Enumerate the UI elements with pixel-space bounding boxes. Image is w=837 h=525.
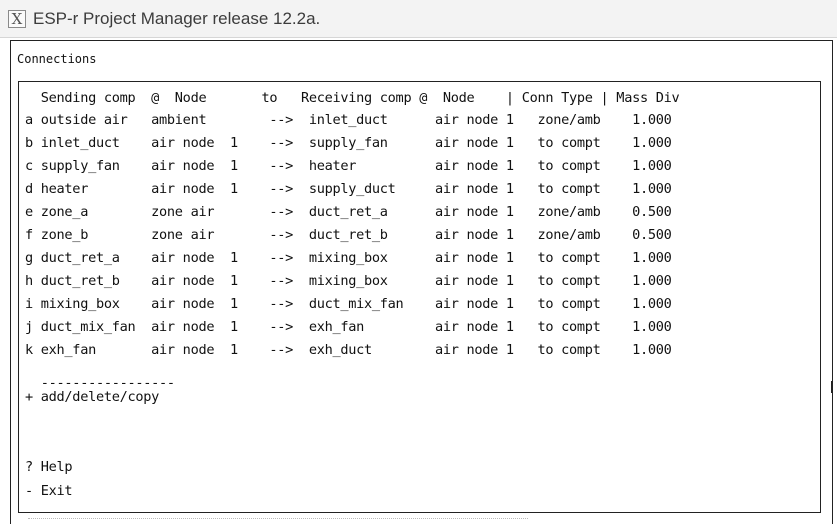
list-item-j[interactable]: j duct_mix_fan air node 1 --> exh_fan ai…	[25, 319, 672, 335]
list-item-e[interactable]: e zone_a zone air --> duct_ret_a air nod…	[25, 204, 672, 220]
list-item-k[interactable]: k exh_fan air node 1 --> exh_duct air no…	[25, 342, 672, 358]
list-item-c[interactable]: c supply_fan air node 1 --> heater air n…	[25, 158, 672, 174]
list-item-g[interactable]: g duct_ret_a air node 1 --> mixing_box a…	[25, 250, 672, 266]
list-item-d[interactable]: d heater air node 1 --> supply_duct air …	[25, 181, 672, 197]
list-item-i[interactable]: i mixing_box air node 1 --> duct_mix_fan…	[25, 296, 672, 312]
x11-window-icon[interactable]: X	[8, 9, 26, 28]
list-item-f[interactable]: f zone_b zone air --> duct_ret_b air nod…	[25, 227, 672, 243]
help-option[interactable]: ? Help	[25, 459, 73, 475]
add-delete-copy-option[interactable]: + add/delete/copy	[25, 389, 159, 405]
menu-title: Connections	[17, 52, 97, 66]
frame-divider-mark	[831, 381, 832, 393]
window-titlebar: X ESP-r Project Manager release 12.2a.	[0, 0, 837, 38]
list-item-h[interactable]: h duct_ret_b air node 1 --> mixing_box a…	[25, 273, 672, 289]
exit-option[interactable]: - Exit	[25, 483, 73, 499]
list-item-a[interactable]: a outside air ambient --> inlet_duct air…	[25, 112, 672, 128]
list-item-b[interactable]: b inlet_duct air node 1 --> supply_fan a…	[25, 135, 672, 151]
list-header: Sending comp @ Node to Receiving comp @ …	[25, 90, 680, 106]
window-title: ESP-r Project Manager release 12.2a.	[33, 8, 321, 28]
